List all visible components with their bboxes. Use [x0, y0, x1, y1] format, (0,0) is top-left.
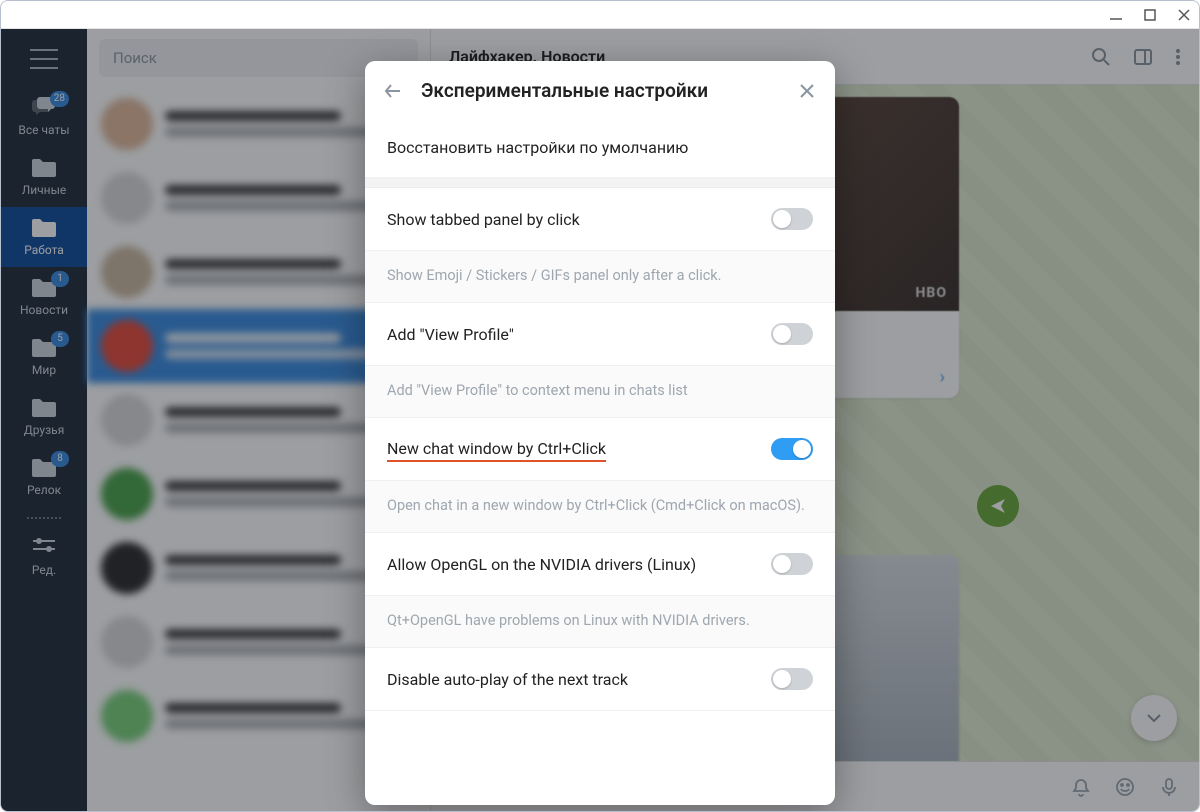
- folder-icon: [31, 217, 57, 239]
- setting-description: Add "View Profile" to context menu in ch…: [365, 366, 835, 418]
- more-icon[interactable]: [1175, 47, 1181, 67]
- microphone-icon[interactable]: [1159, 777, 1179, 797]
- folder-icon: [31, 157, 57, 179]
- setting-disable-autoplay[interactable]: Disable auto-play of the next track: [365, 648, 835, 711]
- window-minimize-icon[interactable]: [1109, 8, 1123, 22]
- setting-new-chat-window[interactable]: New chat window by Ctrl+Click: [365, 418, 835, 481]
- rail-item-friends[interactable]: Друзья: [1, 387, 87, 447]
- rail-item-work[interactable]: Работа: [1, 207, 87, 267]
- window-close-icon[interactable]: [1177, 8, 1191, 22]
- sidebar-icon[interactable]: [1133, 47, 1153, 67]
- setting-opengl-nvidia[interactable]: Allow OpenGL on the NVIDIA drivers (Linu…: [365, 533, 835, 596]
- rail-label: Новости: [20, 303, 68, 317]
- modal-title: Экспериментальные настройки: [421, 79, 781, 102]
- rail-separator: [27, 513, 61, 523]
- rail-item-news[interactable]: 1 Новости: [1, 267, 87, 327]
- setting-view-profile[interactable]: Add "View Profile": [365, 303, 835, 366]
- rail-label: Личные: [22, 183, 67, 197]
- scroll-down-button[interactable]: [1131, 695, 1177, 741]
- setting-description: Open chat in a new window by Ctrl+Click …: [365, 481, 835, 533]
- experimental-settings-modal: Экспериментальные настройки Восстановить…: [365, 61, 835, 805]
- mute-icon[interactable]: [1071, 777, 1091, 797]
- rail-label: Мир: [32, 363, 56, 377]
- setting-label: Allow OpenGL on the NVIDIA drivers (Linu…: [387, 555, 771, 574]
- badge: 1: [51, 271, 69, 287]
- modal-header: Экспериментальные настройки: [365, 61, 835, 118]
- chats-icon: 28: [31, 97, 57, 119]
- window-maximize-icon[interactable]: [1143, 8, 1157, 22]
- emoji-icon[interactable]: [1115, 777, 1135, 797]
- toggle-switch[interactable]: [771, 438, 813, 460]
- toggle-switch[interactable]: [771, 668, 813, 690]
- rail-item-personal[interactable]: Личные: [1, 147, 87, 207]
- rail-item-all-chats[interactable]: 28 Все чаты: [1, 87, 87, 147]
- rail-label: Все чаты: [18, 123, 69, 137]
- setting-label: New chat window by Ctrl+Click: [387, 439, 771, 460]
- search-icon[interactable]: [1091, 47, 1111, 67]
- watermark: HBO: [916, 285, 947, 301]
- folder-icon: 8: [31, 457, 57, 479]
- rail-label: Друзья: [24, 423, 65, 437]
- rail-label: Релок: [27, 483, 61, 497]
- rail-item-world[interactable]: 5 Мир: [1, 327, 87, 387]
- setting-description: Show Emoji / Stickers / GIFs panel only …: [365, 251, 835, 303]
- app-window: 28 Все чаты Личные Работа 1 Новости: [0, 0, 1200, 812]
- setting-label: Disable auto-play of the next track: [387, 670, 771, 689]
- window-titlebar: [1, 1, 1199, 29]
- close-icon[interactable]: [799, 83, 815, 99]
- section-gap: [365, 178, 835, 188]
- rail-item-relok[interactable]: 8 Релок: [1, 447, 87, 507]
- chevron-right-icon[interactable]: ›: [940, 367, 945, 388]
- badge: 28: [50, 91, 69, 107]
- menu-icon[interactable]: [30, 49, 58, 69]
- toggle-switch[interactable]: [771, 323, 813, 345]
- rail-item-edit[interactable]: Ред.: [1, 527, 87, 587]
- folder-icon: 1: [31, 277, 57, 299]
- restore-defaults-row[interactable]: Восстановить настройки по умолчанию: [365, 118, 835, 178]
- rail-label: Работа: [24, 243, 64, 257]
- sliders-icon: [31, 537, 57, 559]
- modal-body[interactable]: Восстановить настройки по умолчанию Show…: [365, 118, 835, 805]
- rail-label: Ред.: [32, 563, 56, 577]
- setting-label: Show tabbed panel by click: [387, 210, 771, 229]
- setting-description: Qt+OpenGL have problems on Linux with NV…: [365, 596, 835, 648]
- folder-rail: 28 Все чаты Личные Работа 1 Новости: [1, 29, 87, 811]
- badge: 8: [51, 451, 69, 467]
- folder-icon: 5: [31, 337, 57, 359]
- toggle-switch[interactable]: [771, 208, 813, 230]
- setting-tabbed-panel[interactable]: Show tabbed panel by click: [365, 188, 835, 251]
- badge: 5: [51, 331, 69, 347]
- folder-icon: [31, 397, 57, 419]
- toggle-switch[interactable]: [771, 553, 813, 575]
- setting-label: Add "View Profile": [387, 325, 771, 344]
- share-button[interactable]: [977, 485, 1019, 527]
- back-icon[interactable]: [383, 81, 403, 101]
